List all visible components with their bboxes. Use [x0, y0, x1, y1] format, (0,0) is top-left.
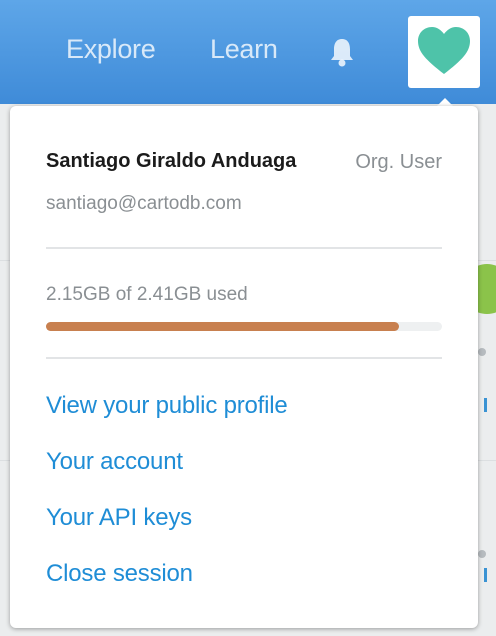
nav-learn-link[interactable]: Learn: [210, 34, 278, 65]
menu-divider: [46, 247, 442, 249]
background-accent: [484, 398, 487, 412]
background-dot: [478, 550, 486, 558]
your-api-keys-link[interactable]: Your API keys: [46, 504, 192, 532]
user-avatar-button[interactable]: [408, 16, 480, 88]
close-session-link[interactable]: Close session: [46, 560, 193, 588]
user-role: Org. User: [355, 151, 442, 173]
storage-progress-bar: [46, 322, 442, 331]
your-account-link[interactable]: Your account: [46, 448, 183, 476]
menu-divider: [46, 357, 442, 359]
nav-explore-link[interactable]: Explore: [66, 34, 156, 65]
user-email: santiago@cartodb.com: [46, 193, 242, 214]
bell-icon[interactable]: [326, 36, 358, 68]
storage-progress-fill: [46, 322, 400, 331]
top-navigation-bar: Explore Learn: [0, 0, 496, 104]
heart-icon: [418, 27, 470, 74]
view-public-profile-link[interactable]: View your public profile: [46, 392, 288, 420]
background-accent: [484, 568, 487, 582]
background-dot: [478, 348, 486, 356]
user-name: Santiago Giraldo Anduaga: [46, 150, 297, 172]
user-menu-dropdown: Santiago Giraldo Anduaga Org. User santi…: [10, 106, 478, 628]
storage-usage-text: 2.15GB of 2.41GB used: [46, 284, 248, 305]
